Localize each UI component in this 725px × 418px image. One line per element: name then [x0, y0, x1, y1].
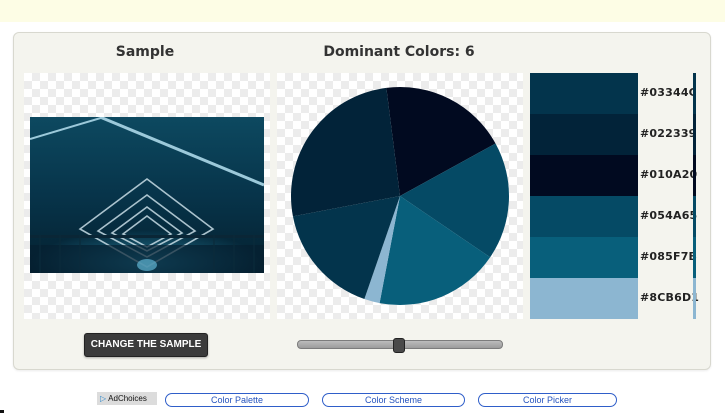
sample-image-area	[24, 73, 270, 319]
dominant-colors-pie	[291, 87, 509, 305]
footer-link-color-palette[interactable]: Color Palette	[165, 393, 309, 407]
footer-link-color-scheme[interactable]: Color Scheme	[322, 393, 465, 407]
top-banner-strip	[0, 0, 725, 22]
color-hex-label: #010A20	[640, 168, 698, 181]
dominant-colors-title: Dominant Colors: 6	[323, 44, 475, 60]
color-hex-label: #03344C	[640, 86, 697, 99]
adchoices-label: AdChoices	[108, 394, 147, 403]
color-swatch[interactable]	[530, 155, 638, 196]
color-edge-marker	[693, 278, 696, 319]
color-swatch-row[interactable]: #8CB6D1	[530, 278, 700, 319]
pie-slice	[291, 87, 400, 217]
dominant-colors-chart-area	[277, 73, 523, 319]
sample-title: Sample	[115, 44, 175, 60]
color-swatch-row[interactable]: #010A20	[530, 155, 698, 196]
color-swatch[interactable]	[530, 278, 638, 319]
color-edge-marker	[693, 237, 696, 278]
adchoices-icon: ▷	[100, 394, 107, 403]
color-hex-label: #054A65	[640, 209, 698, 222]
color-swatch-row[interactable]: #085F7B	[530, 237, 698, 278]
color-edge-marker	[693, 196, 696, 237]
sample-photo	[30, 117, 264, 273]
color-hex-label: #022339	[640, 127, 697, 140]
color-swatch-row[interactable]: #022339	[530, 114, 696, 155]
color-edge-marker	[693, 155, 696, 196]
footer-link-color-picker[interactable]: Color Picker	[478, 393, 617, 407]
change-sample-button[interactable]: CHANGE THE SAMPLE	[84, 333, 208, 357]
adchoices-badge[interactable]: ▷ AdChoices	[97, 392, 157, 405]
color-edge-marker	[693, 114, 696, 155]
color-swatch[interactable]	[530, 114, 638, 155]
color-edge-marker	[693, 73, 696, 114]
color-swatch[interactable]	[530, 196, 638, 237]
corner-mark	[0, 410, 4, 413]
color-swatch[interactable]	[530, 237, 638, 278]
color-hex-label: #8CB6D1	[640, 291, 700, 304]
color-count-slider-thumb[interactable]	[393, 338, 405, 353]
color-swatch[interactable]	[530, 73, 638, 114]
color-swatch-list: #03344C #022339 #010A20 #054A65 #085F7B #8CB6…	[530, 73, 700, 319]
color-swatch-row[interactable]: #054A65	[530, 196, 698, 237]
color-hex-label: #085F7B	[640, 250, 698, 263]
color-swatch-row[interactable]: #03344C	[530, 73, 697, 114]
